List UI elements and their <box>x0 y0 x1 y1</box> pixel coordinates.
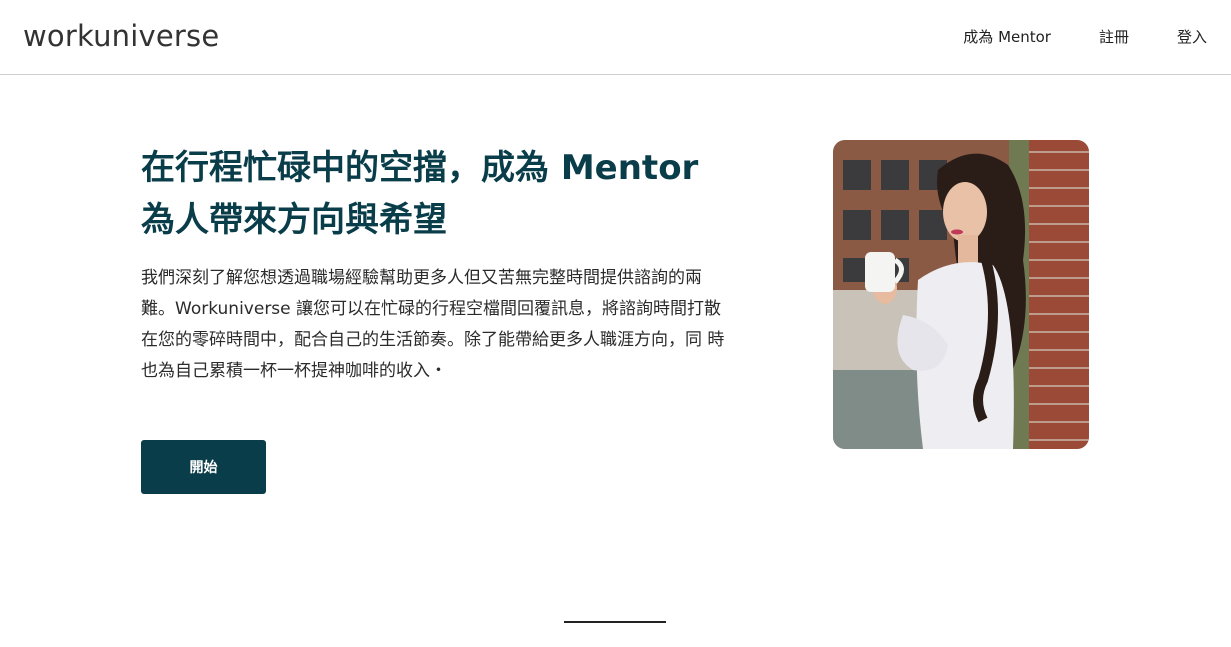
brand-logo[interactable]: workuniverse <box>23 16 219 56</box>
start-button[interactable]: 開始 <box>141 440 266 494</box>
hero-title: 在行程忙碌中的空擋，成為 Mentor 為人帶來方向與希望 <box>141 142 761 246</box>
hero-photo-woman-with-coffee <box>833 140 1089 449</box>
top-navigation-bar: workuniverse 成為 Mentor 註冊 登入 <box>0 0 1231 75</box>
main-nav: 成為 Mentor 註冊 登入 <box>963 26 1207 48</box>
section-divider <box>564 621 666 623</box>
nav-become-mentor-link[interactable]: 成為 Mentor <box>963 26 1051 48</box>
nav-register-link[interactable]: 註冊 <box>1099 26 1129 48</box>
hero-title-line-1: 在行程忙碌中的空擋，成為 Mentor <box>141 148 699 188</box>
nav-login-link[interactable]: 登入 <box>1177 26 1207 48</box>
hero-title-line-2: 為人帶來方向與希望 <box>141 200 447 240</box>
hero-description: 我們深刻了解您想透過職場經驗幫助更多人但又苦無完整時間提供諮詢的兩難。Worku… <box>141 268 725 381</box>
